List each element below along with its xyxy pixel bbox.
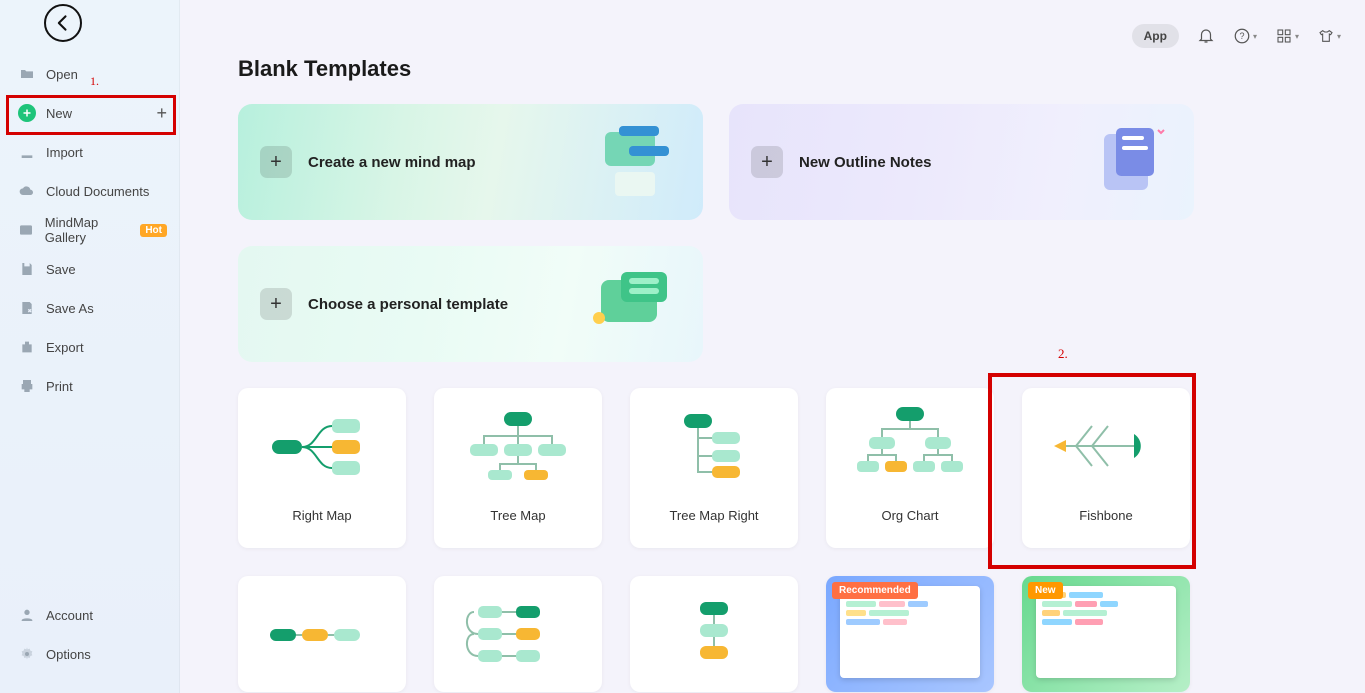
sidebar-item-cloud[interactable]: Cloud Documents	[0, 173, 179, 209]
sidebar-item-label: Account	[46, 608, 93, 623]
account-icon	[18, 606, 36, 624]
help-menu[interactable]: ?▾	[1233, 27, 1257, 45]
sidebar-item-label: Cloud Documents	[46, 184, 149, 199]
template-fishbone[interactable]: Fishbone	[1022, 388, 1190, 548]
sidebar-item-new[interactable]: New +	[0, 95, 179, 131]
sidebar-item-save[interactable]: Save	[0, 251, 179, 287]
sidebar-item-gallery[interactable]: MindMap Gallery Hot	[0, 212, 179, 248]
template-preview	[630, 388, 798, 504]
gallery-icon	[18, 221, 35, 239]
outline-illustration-icon	[1076, 120, 1176, 204]
sidebar-item-label: MindMap Gallery	[45, 215, 137, 245]
hot-badge: Hot	[140, 224, 167, 237]
plus-icon[interactable]: +	[156, 103, 167, 124]
folder-icon	[18, 65, 36, 83]
sidebar-item-open[interactable]: Open	[0, 56, 179, 92]
template-preview	[630, 576, 798, 692]
svg-text:?: ?	[1239, 31, 1244, 41]
sidebar-item-account[interactable]: Account	[0, 597, 179, 633]
print-icon	[18, 377, 36, 395]
new-badge: New	[1028, 582, 1063, 599]
chevron-down-icon: ▾	[1295, 32, 1299, 41]
card-personal-template[interactable]: + Choose a personal template	[238, 246, 703, 362]
mindmap-illustration-icon	[585, 120, 685, 204]
sidebar-item-print[interactable]: Print	[0, 368, 179, 404]
shirt-menu[interactable]: ▾	[1317, 27, 1341, 45]
saveas-icon	[18, 299, 36, 317]
main-content: App ?▾ ▾ ▾ Blank Templates + Create a ne…	[180, 0, 1365, 693]
template-grid: Right Map Tree Map	[238, 388, 1198, 692]
card-label: Choose a personal template	[308, 296, 508, 313]
sidebar-item-label: Import	[46, 145, 83, 160]
sidebar-bottom: Account Options	[0, 597, 179, 693]
sidebar-item-saveas[interactable]: Save As	[0, 290, 179, 326]
sidebar-item-label: New	[46, 106, 72, 121]
template-label: Tree Map	[490, 504, 545, 523]
chevron-down-icon: ▾	[1337, 32, 1341, 41]
sidebar-item-label: Print	[46, 379, 73, 394]
card-new-outline[interactable]: + New Outline Notes	[729, 104, 1194, 220]
template-label: Fishbone	[1079, 504, 1132, 523]
cloud-icon	[18, 182, 36, 200]
template-vertical-map[interactable]	[630, 576, 798, 692]
template-screenshot-icon	[1036, 586, 1176, 678]
shirt-icon	[1317, 27, 1335, 45]
plus-icon: +	[260, 146, 292, 178]
sidebar-item-import[interactable]: Import	[0, 134, 179, 170]
import-icon	[18, 143, 36, 161]
sidebar-item-export[interactable]: Export	[0, 329, 179, 365]
sidebar-item-label: Export	[46, 340, 84, 355]
chevron-down-icon: ▾	[1253, 32, 1257, 41]
sidebar-item-label: Open	[46, 67, 78, 82]
template-right-map[interactable]: Right Map	[238, 388, 406, 548]
export-icon	[18, 338, 36, 356]
template-tree-map[interactable]: Tree Map	[434, 388, 602, 548]
card-label: Create a new mind map	[308, 154, 476, 171]
app-pill[interactable]: App	[1132, 24, 1179, 48]
sidebar-item-label: Save	[46, 262, 76, 277]
template-label: Right Map	[292, 504, 351, 523]
sidebar-item-label: Options	[46, 647, 91, 662]
template-tree-map-right[interactable]: Tree Map Right	[630, 388, 798, 548]
back-button[interactable]	[44, 4, 82, 42]
apps-menu[interactable]: ▾	[1275, 27, 1299, 45]
template-horizontal-map[interactable]	[238, 576, 406, 692]
help-icon: ?	[1233, 27, 1251, 45]
template-new[interactable]: New	[1022, 576, 1190, 692]
template-recommended[interactable]: Recommended	[826, 576, 994, 692]
gear-icon	[18, 645, 36, 663]
template-flow-map[interactable]	[434, 576, 602, 692]
template-label: Org Chart	[881, 504, 938, 523]
sidebar-item-label: Save As	[46, 301, 94, 316]
arrow-left-icon	[53, 13, 73, 33]
apps-grid-icon	[1275, 27, 1293, 45]
template-preview	[434, 388, 602, 504]
template-screenshot-icon	[840, 586, 980, 678]
personal-template-illustration-icon	[585, 262, 685, 346]
sidebar-item-options[interactable]: Options	[0, 636, 179, 672]
template-org-chart[interactable]: Org Chart	[826, 388, 994, 548]
plus-icon: +	[260, 288, 292, 320]
sidebar-list: Open New + Import Cloud Documents MindMa…	[0, 56, 179, 597]
topbar: App ?▾ ▾ ▾	[1132, 24, 1341, 48]
card-create-mindmap[interactable]: + Create a new mind map	[238, 104, 703, 220]
template-preview	[238, 388, 406, 504]
annotation-2: 2.	[1058, 346, 1068, 362]
plus-circle-icon	[18, 104, 36, 122]
sidebar: 1. Open New + Import Cloud Documents	[0, 0, 180, 693]
template-preview	[1022, 388, 1190, 504]
big-cards-row: + Create a new mind map + New Outline No…	[238, 104, 1365, 220]
card-label: New Outline Notes	[799, 154, 932, 171]
recommended-badge: Recommended	[832, 582, 918, 599]
template-label: Tree Map Right	[669, 504, 758, 523]
bell-icon[interactable]	[1197, 27, 1215, 45]
plus-icon: +	[751, 146, 783, 178]
template-preview	[434, 576, 602, 692]
page-title: Blank Templates	[238, 56, 1365, 82]
save-icon	[18, 260, 36, 278]
template-preview	[238, 576, 406, 692]
template-preview	[826, 388, 994, 504]
